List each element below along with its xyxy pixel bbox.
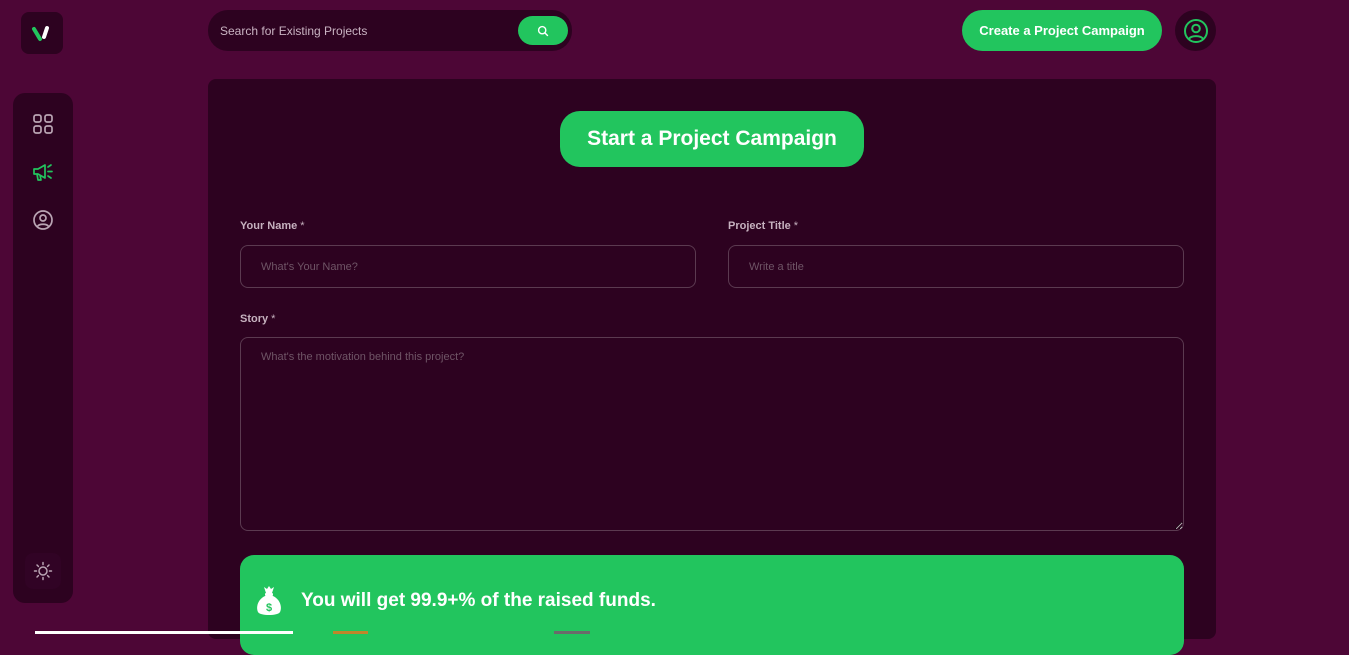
user-circle-icon [1183,18,1208,43]
project-title-label-text: Project Title [728,220,791,232]
money-bag-icon: $ [257,586,281,615]
search-input[interactable] [208,10,508,51]
sidebar-item-profile[interactable] [25,202,61,238]
project-title-label: Project Title * [728,220,798,232]
dashboard-grid-icon [33,114,53,134]
user-circle-icon [33,210,53,230]
name-label-text: Your Name [240,220,298,232]
brand-logo[interactable] [21,12,63,54]
project-title-input[interactable] [728,245,1184,288]
svg-text:$: $ [266,602,272,614]
search-icon [537,25,549,36]
campaign-form-panel: Start a Project Campaign Your Name* Proj… [208,79,1216,655]
megaphone-icon [33,164,53,181]
story-textarea[interactable] [240,337,1184,531]
story-label: Story * [240,313,275,325]
required-mark: * [271,313,276,325]
brand-logo-icon [32,26,49,41]
name-label: Your Name * [240,220,305,232]
sidebar-item-dashboard[interactable] [25,106,61,142]
sun-icon [33,561,53,581]
search-button[interactable] [518,16,568,45]
sidebar-item-campaigns[interactable] [25,154,61,190]
create-campaign-button[interactable]: Create a Project Campaign [962,10,1162,51]
funds-banner-text: You will get 99.9+% of the raised funds. [301,590,656,611]
theme-toggle-button[interactable] [25,553,61,589]
page-title: Start a Project Campaign [560,111,864,167]
funds-banner: $ You will get 99.9+% of the raised fund… [240,555,1184,655]
profile-button[interactable] [1175,10,1216,51]
required-mark: * [300,220,305,232]
sidebar [13,93,73,603]
story-label-text: Story [240,313,269,325]
required-mark: * [793,220,799,232]
search-bar [208,10,572,51]
name-input[interactable] [240,245,696,288]
